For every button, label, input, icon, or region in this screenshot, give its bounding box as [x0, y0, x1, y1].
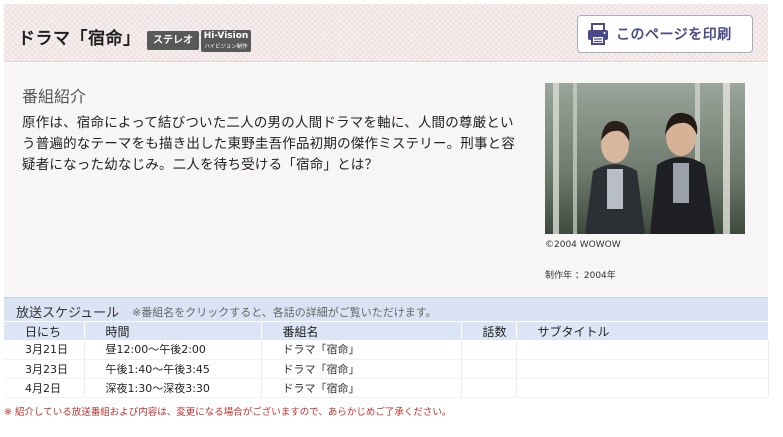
hivision-badge-label: Hi-Vision	[203, 31, 249, 41]
row-date: 4月2日	[4, 378, 85, 398]
program-link[interactable]: ドラマ「宿命」	[283, 363, 360, 376]
schedule-disclaimer: ※ 紹介している放送番組および内容は、変更になる場合がございますので、あらかじめ…	[4, 407, 452, 418]
schedule-header: 放送スケジュール ※番組名をクリックすると、各話の詳細がご覧いただけます。	[4, 297, 768, 321]
hivision-badge: Hi-Vision ハイビジョン制作	[201, 30, 251, 52]
printer-icon	[588, 23, 608, 45]
photo-copyright: ©2004 WOWOW	[545, 240, 621, 250]
row-date: 3月23日	[4, 359, 85, 379]
row-time: 深夜1:30～深夜3:30	[84, 378, 262, 398]
row-episode	[461, 340, 517, 360]
print-page-button[interactable]: このページを印刷	[577, 15, 753, 53]
table-row: 3月21日 昼12:00～午後2:00 ドラマ「宿命」	[4, 340, 769, 360]
row-subtitle	[516, 378, 769, 398]
row-time: 昼12:00～午後2:00	[84, 340, 262, 360]
stereo-badge: ステレオ	[147, 31, 199, 50]
page-title: ドラマ「宿命」	[18, 29, 141, 49]
row-episode	[461, 378, 517, 398]
row-subtitle	[516, 340, 769, 360]
row-program: ドラマ「宿命」	[261, 340, 462, 360]
table-row: 3月23日 午後1:40～午後3:45 ドラマ「宿命」	[4, 359, 769, 379]
column-date: 日にち	[4, 322, 85, 340]
hivision-badge-sublabel: ハイビジョン制作	[204, 43, 248, 50]
row-date: 3月21日	[4, 340, 85, 360]
program-photo	[545, 83, 745, 234]
column-time: 時間	[84, 322, 262, 340]
schedule-table: 日にち 時間 番組名 話数 サブタイトル 3月21日 昼12:00～午後2:00…	[4, 322, 769, 398]
table-row: 4月2日 深夜1:30～深夜3:30 ドラマ「宿命」	[4, 378, 769, 398]
row-subtitle	[516, 359, 769, 379]
program-link[interactable]: ドラマ「宿命」	[283, 382, 360, 395]
schedule-header-row: 日にち 時間 番組名 話数 サブタイトル	[4, 322, 769, 340]
column-subtitle: サブタイトル	[516, 322, 769, 340]
row-program: ドラマ「宿命」	[261, 359, 462, 379]
schedule-title: 放送スケジュール	[16, 306, 120, 321]
column-episode: 話数	[461, 322, 517, 340]
intro-heading: 番組紹介	[22, 87, 87, 106]
column-program: 番組名	[261, 322, 462, 340]
program-intro-section: 番組紹介 原作は、宿命によって結びついた二人の男の人間ドラマを軸に、人間の尊厳と…	[4, 63, 768, 297]
program-link[interactable]: ドラマ「宿命」	[283, 343, 360, 356]
page-header: ドラマ「宿命」 ステレオ Hi-Vision ハイビジョン制作 このページを印刷	[4, 4, 768, 62]
print-page-label: このページを印刷	[616, 27, 732, 43]
schedule-note: ※番組名をクリックすると、各話の詳細がご覧いただけます。	[132, 306, 437, 319]
program-page: ドラマ「宿命」 ステレオ Hi-Vision ハイビジョン制作 このページを印刷…	[4, 4, 769, 429]
program-description: 原作は、宿命によって結びついた二人の男の人間ドラマを軸に、人間の尊厳という普遍的…	[22, 115, 516, 173]
production-year: 制作年 ：2004年	[545, 271, 616, 281]
row-time: 午後1:40～午後3:45	[84, 359, 262, 379]
row-program: ドラマ「宿命」	[261, 378, 462, 398]
row-episode	[461, 359, 517, 379]
